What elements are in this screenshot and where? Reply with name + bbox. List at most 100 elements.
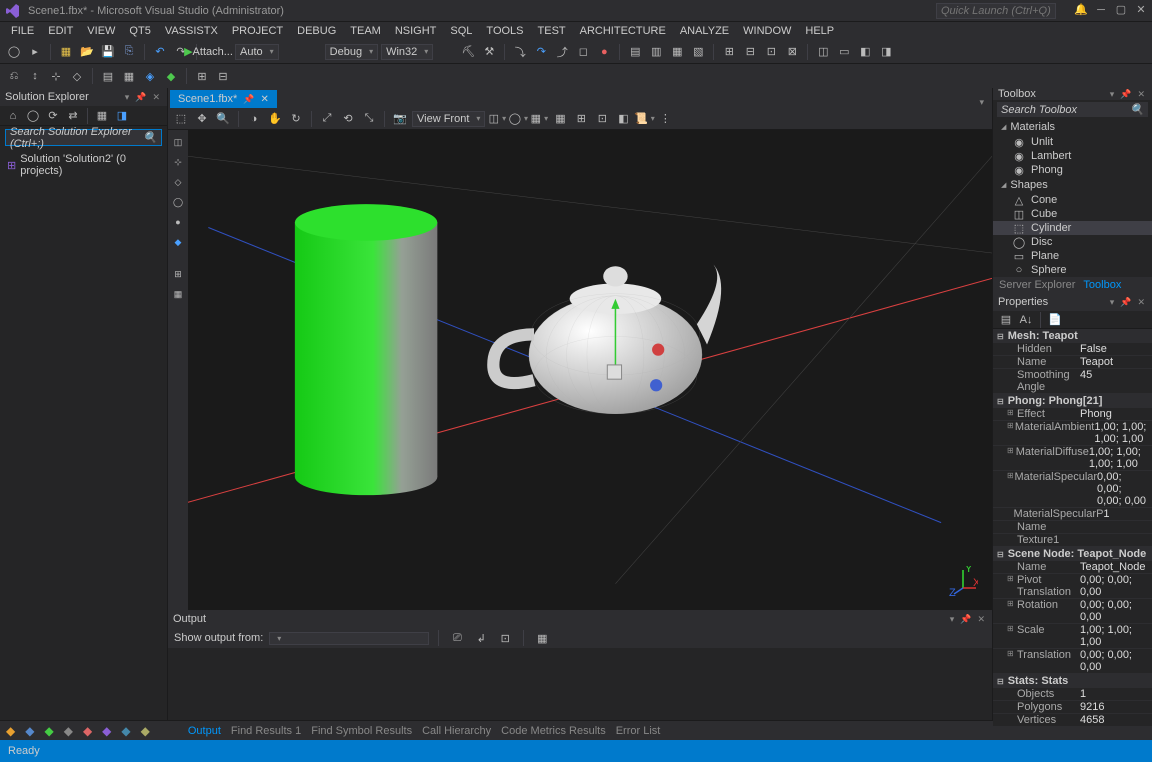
toolbox-dropdown-icon[interactable]: ▾ [1108, 89, 1117, 100]
prop-row-scale[interactable]: ⊞Scale1,00; 1,00; 1,00 [993, 624, 1152, 649]
tb-icon-a[interactable]: ▤ [626, 43, 644, 61]
menu-help[interactable]: HELP [798, 23, 841, 39]
tb-icon-d[interactable]: ▧ [689, 43, 707, 61]
toolbox-item-plane[interactable]: ▭Plane [993, 249, 1152, 263]
nav-fwd-icon[interactable]: ▸ [26, 43, 44, 61]
menu-team[interactable]: TEAM [343, 23, 388, 39]
nav-back-icon[interactable]: ◯ [5, 43, 23, 61]
bt-icon-c[interactable]: ◆ [44, 724, 53, 738]
sol-properties-icon[interactable]: ◨ [113, 107, 131, 125]
et-render-icon[interactable]: ▦ [530, 110, 548, 128]
properties-close-icon[interactable]: ✕ [1135, 297, 1147, 308]
menu-edit[interactable]: EDIT [41, 23, 80, 39]
view-dropdown[interactable]: View Front [412, 111, 485, 127]
solution-root[interactable]: ⊞ Solution 'Solution2' (0 projects) [5, 152, 162, 178]
prop-row-smoothing[interactable]: Smoothing Angle45 [993, 369, 1152, 394]
tb2-a[interactable]: ⎌ [5, 67, 23, 85]
btab-output[interactable]: Output [188, 725, 221, 737]
et-pan-icon[interactable]: ✋ [266, 110, 284, 128]
config-dropdown[interactable]: Debug [325, 44, 378, 60]
output-clear-icon[interactable]: ⎚ [448, 629, 466, 647]
toolbox-search[interactable]: Search Toolbox 🔍 [997, 102, 1148, 117]
menu-view[interactable]: VIEW [80, 23, 122, 39]
undo-icon[interactable]: ↶ [151, 43, 169, 61]
panel-dropdown-icon[interactable]: ▾ [123, 92, 132, 103]
et-select-icon[interactable]: ⬚ [172, 110, 190, 128]
bt-icon-f[interactable]: ◆ [102, 724, 111, 738]
prop-row-effect[interactable]: ⊞EffectPhong [993, 408, 1152, 421]
sol-home-icon[interactable]: ⌂ [4, 107, 22, 125]
tb2-b[interactable]: ↕ [26, 67, 44, 85]
save-all-icon[interactable]: ⎘ [120, 43, 138, 61]
prop-row-polygons[interactable]: Polygons9216 [993, 701, 1152, 714]
menu-test[interactable]: TEST [531, 23, 573, 39]
prop-row-specpow[interactable]: MaterialSpecularP1 [993, 508, 1152, 521]
platform-dropdown[interactable]: Win32 [381, 44, 433, 60]
toolbox-pin-icon[interactable]: 📌 [1118, 89, 1133, 100]
close-tab-icon[interactable]: ✕ [261, 94, 269, 105]
tb2-f[interactable]: ▦ [120, 67, 138, 85]
mode-dropdown[interactable]: Auto [235, 44, 279, 60]
prop-categorized-icon[interactable]: ▤ [997, 311, 1015, 329]
btab-find-symbol[interactable]: Find Symbol Results [311, 725, 412, 737]
toolbox-group-materials[interactable]: Materials [993, 119, 1152, 135]
et-snap-icon[interactable]: ⊞ [572, 110, 590, 128]
output-icon-c[interactable]: ⊡ [496, 629, 514, 647]
tab-dropdown-icon[interactable]: ▾ [977, 97, 986, 108]
tb2-j[interactable]: ⊟ [214, 67, 232, 85]
et-wire-icon[interactable]: ⊡ [593, 110, 611, 128]
btab-code-metrics[interactable]: Code Metrics Results [501, 725, 606, 737]
btab-find-results[interactable]: Find Results 1 [231, 725, 301, 737]
et-more-icon[interactable]: ⋮ [656, 110, 674, 128]
vps-f[interactable]: ◆ [170, 234, 186, 250]
solution-explorer-search[interactable]: Search Solution Explorer (Ctrl+;) 🔍 [5, 129, 162, 146]
menu-qt5[interactable]: QT5 [122, 23, 157, 39]
prop-cat-phong[interactable]: Phong: Phong[21] [993, 394, 1152, 408]
bt-icon-a[interactable]: ◆ [6, 724, 15, 738]
open-file-icon[interactable]: 📂 [78, 43, 96, 61]
start-button[interactable]: ▶ Attach... [203, 43, 221, 61]
tb-stepover-icon[interactable]: ↷ [532, 43, 550, 61]
tb-icon-e[interactable]: ⊞ [720, 43, 738, 61]
tb-step-icon[interactable]: ⤵ [511, 43, 529, 61]
vps-a[interactable]: ◫ [170, 134, 186, 150]
prop-row-texture[interactable]: Texture1 [993, 534, 1152, 547]
prop-row-specular[interactable]: ⊞MaterialSpecular0,00; 0,00; 0,00; 0,00 [993, 471, 1152, 508]
new-project-icon[interactable]: ▦ [57, 43, 75, 61]
output-dropdown-icon[interactable]: ▾ [948, 614, 957, 625]
vps-b[interactable]: ⊹ [170, 154, 186, 170]
sol-refresh-icon[interactable]: ⟳ [44, 107, 62, 125]
vps-d[interactable]: ◯ [170, 194, 186, 210]
tb2-i[interactable]: ⊞ [193, 67, 211, 85]
menu-sql[interactable]: SQL [443, 23, 479, 39]
prop-row-phong-name[interactable]: Name [993, 521, 1152, 534]
tb-icon-4[interactable]: ◻ [574, 43, 592, 61]
menu-file[interactable]: FILE [4, 23, 41, 39]
vps-e[interactable]: ● [170, 214, 186, 230]
tb-stepout-icon[interactable]: ⤴ [553, 43, 571, 61]
menu-tools[interactable]: TOOLS [479, 23, 530, 39]
tool-icon-2[interactable]: ⚒ [480, 43, 498, 61]
et-rotatecam-icon[interactable]: ↻ [287, 110, 305, 128]
et-grid-icon[interactable]: ▦ [551, 110, 569, 128]
vps-g[interactable]: ⊞ [170, 266, 186, 282]
output-pin-icon[interactable]: 📌 [958, 614, 973, 625]
tb2-g[interactable]: ◈ [141, 67, 159, 85]
menu-vassistx[interactable]: VASSISTX [158, 23, 225, 39]
bt-icon-b[interactable]: ◆ [25, 724, 34, 738]
tb-breakpoint-icon[interactable]: ● [595, 43, 613, 61]
toolbox-item-sphere[interactable]: ○Sphere [993, 263, 1152, 277]
btab-call-hierarchy[interactable]: Call Hierarchy [422, 725, 491, 737]
output-close-icon[interactable]: ✕ [975, 614, 987, 625]
tb-icon-i[interactable]: ◫ [814, 43, 832, 61]
et-shade-icon[interactable]: ◧ [614, 110, 632, 128]
sol-showall-icon[interactable]: ▦ [93, 107, 111, 125]
prop-row-sn-name[interactable]: NameTeapot_Node [993, 561, 1152, 574]
bt-icon-h[interactable]: ◆ [141, 724, 150, 738]
close-button[interactable]: ✕ [1134, 3, 1148, 17]
prop-row-ambient[interactable]: ⊞MaterialAmbient1,00; 1,00; 1,00; 1,00 [993, 421, 1152, 446]
prop-cat-mesh[interactable]: Mesh: Teapot [993, 329, 1152, 343]
menu-nsight[interactable]: NSIGHT [388, 23, 444, 39]
output-wrap-icon[interactable]: ↲ [472, 629, 490, 647]
tb-icon-j[interactable]: ▭ [835, 43, 853, 61]
